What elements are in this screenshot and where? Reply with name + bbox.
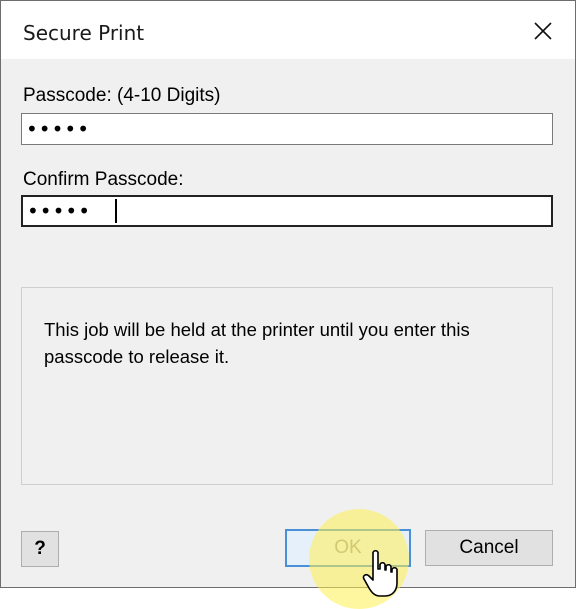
dialog-title: Secure Print [23, 21, 145, 45]
text-caret [115, 199, 117, 223]
info-text: This job will be held at the printer unt… [44, 319, 470, 367]
cancel-button[interactable]: Cancel [425, 530, 553, 566]
title-bar: Secure Print [1, 1, 575, 59]
passcode-input[interactable] [26, 117, 552, 141]
close-icon [534, 22, 552, 40]
ok-button[interactable]: OK [285, 529, 411, 567]
info-panel: This job will be held at the printer unt… [21, 287, 553, 485]
confirm-passcode-input[interactable] [27, 199, 117, 223]
close-button[interactable] [523, 13, 563, 49]
passcode-field[interactable] [21, 113, 553, 145]
help-button[interactable]: ? [21, 531, 59, 567]
confirm-passcode-field[interactable] [21, 195, 553, 227]
passcode-label: Passcode: (4-10 Digits) [23, 85, 221, 106]
secure-print-dialog: Secure Print Passcode: (4-10 Digits) Con… [0, 0, 576, 609]
confirm-passcode-label: Confirm Passcode: [23, 169, 184, 190]
